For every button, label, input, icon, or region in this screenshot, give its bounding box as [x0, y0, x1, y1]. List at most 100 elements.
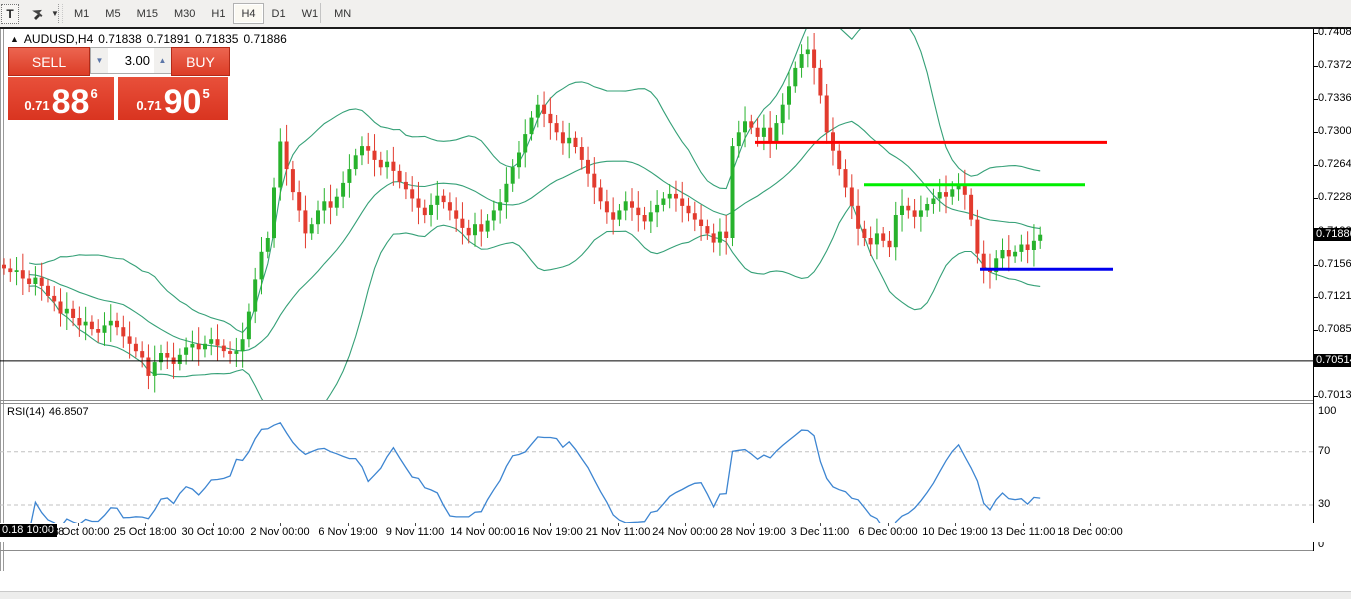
candle-body: [981, 253, 986, 271]
price-axis-label: 0.72640: [1318, 158, 1351, 171]
price-axis-label: 0.72280: [1318, 191, 1351, 204]
candle-body: [33, 277, 38, 284]
candle-body: [328, 201, 333, 208]
candle-body: [96, 329, 101, 333]
ohlc-low: 0.71835: [195, 32, 239, 46]
candle-body: [743, 121, 747, 133]
candle-body: [517, 152, 521, 168]
timeframe-button-h1[interactable]: H1: [203, 3, 233, 24]
candle-body: [1006, 250, 1011, 257]
candle-body: [862, 228, 867, 238]
price-axis-label: 0.70850: [1318, 322, 1351, 335]
buy-price-prefix: 0.71: [136, 98, 162, 113]
candle-body: [121, 327, 126, 337]
candle-body: [774, 123, 779, 142]
volume-increase-button[interactable]: ▲: [154, 48, 171, 73]
candle-body: [692, 213, 697, 220]
candle-body: [523, 134, 528, 153]
candle-body: [265, 238, 270, 252]
candle-body: [573, 137, 578, 147]
candle-body: [837, 150, 842, 170]
candle-body: [975, 219, 980, 254]
candle-body: [504, 183, 509, 203]
timeframe-button-m15[interactable]: M15: [129, 3, 166, 24]
buy-price[interactable]: 0.71 90 5: [118, 77, 228, 120]
bollinger-band-middle: [29, 120, 1041, 352]
candle-body: [667, 193, 672, 199]
candle-body: [623, 201, 628, 211]
candle-body: [284, 141, 289, 170]
candle-body: [686, 205, 691, 214]
timeframe-button-d1[interactable]: D1: [264, 3, 294, 24]
timeframe-button-h4[interactable]: H4: [233, 3, 264, 24]
candle-body: [598, 187, 603, 202]
panel-collapse-icon[interactable]: ▲: [10, 34, 19, 44]
candle-body: [542, 104, 547, 114]
candle-body: [485, 220, 490, 232]
toolbar-grip[interactable]: [58, 4, 63, 23]
candle-body: [642, 215, 647, 222]
candle-body: [77, 318, 82, 326]
panel-separator[interactable]: [0, 400, 1313, 401]
candle-body: [912, 210, 917, 217]
current-price-badge: 0.71886: [1314, 227, 1351, 241]
timeframe-button-m5[interactable]: M5: [97, 3, 128, 24]
candle-body: [385, 161, 390, 168]
timeframe-button-m1[interactable]: M1: [66, 3, 97, 24]
candle-body: [950, 189, 955, 197]
candle-body: [473, 224, 477, 236]
candle-body: [290, 169, 295, 193]
candle-body: [906, 205, 911, 211]
candle-body: [937, 192, 942, 199]
candle-body: [1025, 244, 1030, 250]
candle-body: [27, 278, 32, 284]
text-tool-icon[interactable]: T: [1, 4, 19, 24]
timeframe-button-m30[interactable]: M30: [166, 3, 203, 24]
candle-body: [366, 146, 371, 151]
candle-body: [228, 351, 233, 354]
candle-body: [699, 219, 704, 226]
candle-body: [196, 343, 201, 350]
candle-body: [316, 210, 320, 225]
candle-body: [705, 226, 710, 234]
candle-body: [529, 117, 534, 135]
sell-button[interactable]: SELL: [8, 47, 90, 76]
candle-body: [347, 169, 352, 183]
candle-body: [410, 189, 415, 199]
candle-body: [717, 231, 722, 243]
candle-body: [14, 270, 19, 272]
price-axis-border: [1313, 29, 1314, 551]
buy-button[interactable]: BUY: [171, 47, 230, 76]
candle-body: [360, 146, 364, 156]
candle-body: [391, 161, 396, 171]
candle-body: [548, 113, 553, 124]
chart-window[interactable]: ▲ AUDUSD,H4 0.71838 0.71891 0.71835 0.71…: [0, 26, 1351, 571]
candle-body: [429, 204, 433, 215]
candle-body: [793, 67, 798, 87]
timeframe-button-mn[interactable]: MN: [326, 3, 359, 24]
candle-body: [83, 321, 88, 326]
volume-input[interactable]: [108, 48, 154, 73]
candle-body: [372, 150, 377, 160]
candle-body: [46, 285, 50, 296]
candle-body: [680, 198, 685, 206]
candle-body: [881, 233, 886, 241]
toolbar: T ▼ M1 M5 M15 M30 H1 H4 D1 W1 MN: [0, 0, 1351, 28]
rsi-axis-label: 100: [1318, 404, 1337, 417]
candle-body: [554, 123, 559, 133]
candle-body: [2, 264, 6, 269]
candle-body: [925, 204, 930, 211]
sell-price-prefix: 0.71: [24, 98, 50, 113]
candle-body: [416, 198, 421, 208]
price-axis-label: 0.74080: [1318, 26, 1351, 38]
volume-decrease-button[interactable]: ▼: [91, 48, 108, 73]
panel-separator-inner: [0, 403, 1313, 404]
rsi-value: 46.8507: [48, 406, 89, 418]
timeframe-button-w1[interactable]: W1: [294, 3, 327, 24]
candle-body: [674, 193, 678, 199]
one-click-trading-panel: SELL ▼ ▲ BUY 0.71 88 6 0.71 90 5: [8, 47, 230, 120]
candle-body: [900, 205, 904, 215]
sell-price[interactable]: 0.71 88 6: [8, 77, 114, 120]
price-axis-label: 0.73720: [1318, 59, 1351, 72]
arrows-tool-icon[interactable]: [26, 4, 50, 22]
